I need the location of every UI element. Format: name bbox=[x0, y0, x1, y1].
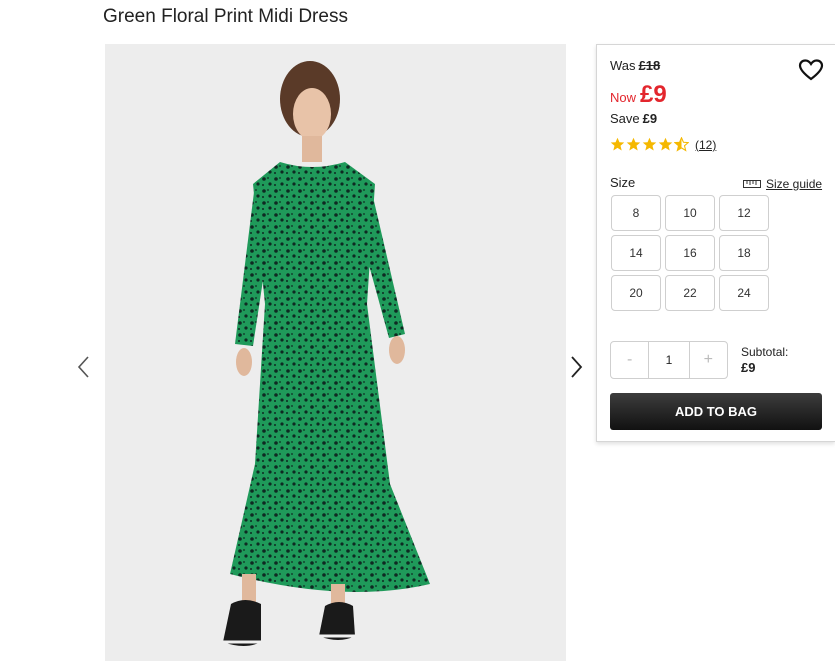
product-photo bbox=[105, 44, 566, 661]
was-label: Was bbox=[610, 58, 636, 73]
now-price: Now £9 bbox=[610, 81, 667, 109]
star-full-icon bbox=[658, 137, 673, 151]
size-label: Size bbox=[610, 175, 636, 190]
subtotal-value: £9 bbox=[741, 360, 756, 375]
subtotal: Subtotal: £9 bbox=[741, 344, 788, 376]
size-option[interactable]: 14 bbox=[611, 235, 661, 271]
star-full-icon bbox=[642, 137, 657, 151]
rating-stars bbox=[610, 137, 690, 152]
size-options: 8 10 12 14 16 18 20 22 24 bbox=[611, 195, 773, 311]
size-option[interactable]: 18 bbox=[719, 235, 769, 271]
now-price-value: £9 bbox=[640, 81, 667, 108]
was-price: Was £18 bbox=[610, 58, 660, 73]
size-option[interactable]: 10 bbox=[665, 195, 715, 231]
quantity-increase-button[interactable]: + bbox=[690, 342, 727, 378]
chevron-right-icon bbox=[571, 356, 583, 378]
was-price-value: £18 bbox=[638, 58, 661, 73]
buy-box: Was £18 Now £9 Save £9 (12) Size Size gu… bbox=[596, 44, 835, 442]
gallery-next-button[interactable] bbox=[567, 352, 587, 382]
quantity-decrease-button[interactable]: - bbox=[611, 342, 648, 378]
add-to-bag-button[interactable]: ADD TO BAG bbox=[610, 393, 822, 430]
product-image[interactable] bbox=[105, 44, 566, 661]
size-guide-link[interactable]: Size guide bbox=[743, 177, 822, 191]
rating: (12) bbox=[610, 137, 716, 152]
save-value: £9 bbox=[642, 111, 658, 126]
quantity-stepper: - 1 + bbox=[610, 341, 728, 379]
size-guide-label: Size guide bbox=[766, 177, 823, 191]
size-option[interactable]: 20 bbox=[611, 275, 661, 311]
heart-outline-icon bbox=[798, 59, 824, 81]
size-option[interactable]: 8 bbox=[611, 195, 661, 231]
star-half-icon bbox=[674, 137, 689, 152]
gallery-prev-button[interactable] bbox=[73, 352, 93, 382]
star-full-icon bbox=[610, 137, 625, 151]
save-label: Save bbox=[610, 111, 640, 126]
star-full-icon bbox=[626, 137, 641, 151]
size-option[interactable]: 24 bbox=[719, 275, 769, 311]
ruler-icon bbox=[743, 180, 761, 188]
save-amount: Save £9 bbox=[610, 111, 657, 126]
size-option[interactable]: 22 bbox=[665, 275, 715, 311]
favourite-button[interactable] bbox=[798, 58, 824, 82]
size-option[interactable]: 16 bbox=[665, 235, 715, 271]
review-count-link[interactable]: (12) bbox=[695, 138, 716, 152]
now-label: Now bbox=[610, 90, 637, 105]
quantity-input[interactable]: 1 bbox=[648, 342, 690, 378]
subtotal-label: Subtotal: bbox=[741, 345, 789, 359]
size-option[interactable]: 12 bbox=[719, 195, 769, 231]
chevron-left-icon bbox=[77, 356, 89, 378]
product-title: Green Floral Print Midi Dress bbox=[103, 6, 348, 27]
